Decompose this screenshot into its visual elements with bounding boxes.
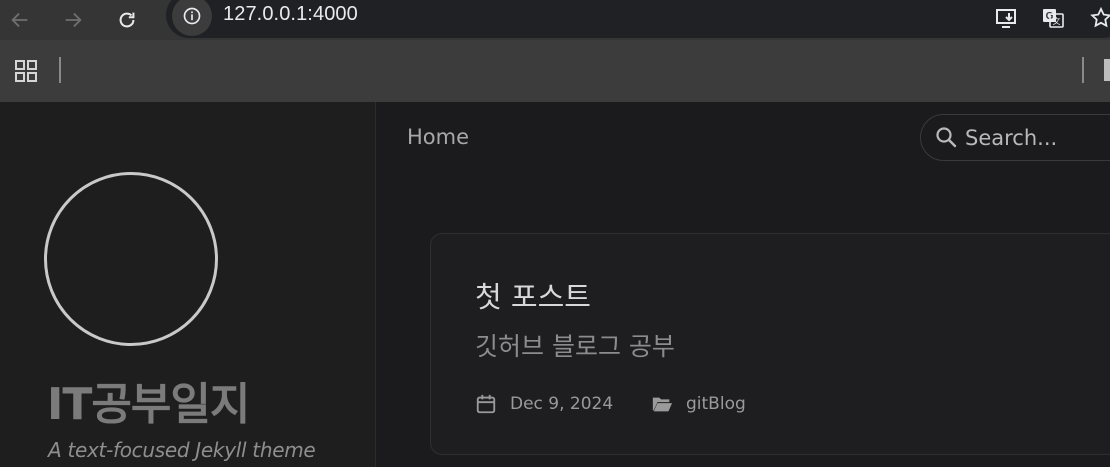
reload-button[interactable] <box>110 3 144 37</box>
post-date-text: Dec 9, 2024 <box>510 394 614 414</box>
post-card[interactable]: 첫 포스트 깃허브 블로그 공부 Dec 9, 2024 gitBlog <box>430 233 1110 455</box>
apps-grid-icon[interactable] <box>14 59 38 83</box>
calendar-icon <box>476 394 496 414</box>
sidebar: IT공부일지 A text-focused Jekyll theme <box>0 102 376 467</box>
bookmarks-bar <box>0 40 1110 102</box>
reload-icon <box>119 12 135 28</box>
search-box[interactable] <box>920 114 1110 161</box>
post-date: Dec 9, 2024 <box>475 393 613 415</box>
main-content: Home 첫 포스트 깃허브 블로그 공부 Dec 9, 2024 gitBlo… <box>377 102 1110 467</box>
bookmark-star-icon <box>1090 6 1110 28</box>
bookmarks-divider <box>1082 57 1084 83</box>
search-input[interactable] <box>965 124 1110 152</box>
folder-open-icon <box>652 397 673 412</box>
install-app-icon <box>996 9 1016 28</box>
translate-button[interactable]: G文 <box>1037 2 1069 34</box>
browser-toolbar: 127.0.0.1:4000 G文 <box>0 0 1110 40</box>
post-category-link[interactable]: gitBlog <box>686 394 746 414</box>
site-info-icon <box>183 7 201 25</box>
back-arrow-icon <box>11 12 28 28</box>
translate-icon: G文 <box>1043 9 1064 28</box>
post-title[interactable]: 첫 포스트 <box>475 274 591 316</box>
svg-text:文: 文 <box>1053 16 1061 26</box>
forward-arrow-icon <box>65 12 82 28</box>
avatar[interactable] <box>44 172 218 346</box>
bookmark-star-button[interactable] <box>1085 2 1110 34</box>
browser-chrome: 127.0.0.1:4000 G文 <box>0 0 1110 102</box>
back-button[interactable] <box>3 3 37 37</box>
site-title[interactable]: IT공부일지 <box>47 368 250 432</box>
address-bar-url[interactable]: 127.0.0.1:4000 <box>223 3 358 26</box>
breadcrumb-home[interactable]: Home <box>407 125 469 149</box>
bookmark-folder-icon[interactable] <box>1104 59 1110 81</box>
install-app-button[interactable] <box>990 2 1022 34</box>
bookmarks-divider <box>59 57 61 83</box>
site-subtitle: A text-focused Jekyll theme <box>48 438 316 462</box>
post-description: 깃허브 블로그 공부 <box>475 332 675 361</box>
post-category[interactable]: gitBlog <box>651 393 746 415</box>
forward-button[interactable] <box>56 3 90 37</box>
search-icon <box>936 127 957 148</box>
